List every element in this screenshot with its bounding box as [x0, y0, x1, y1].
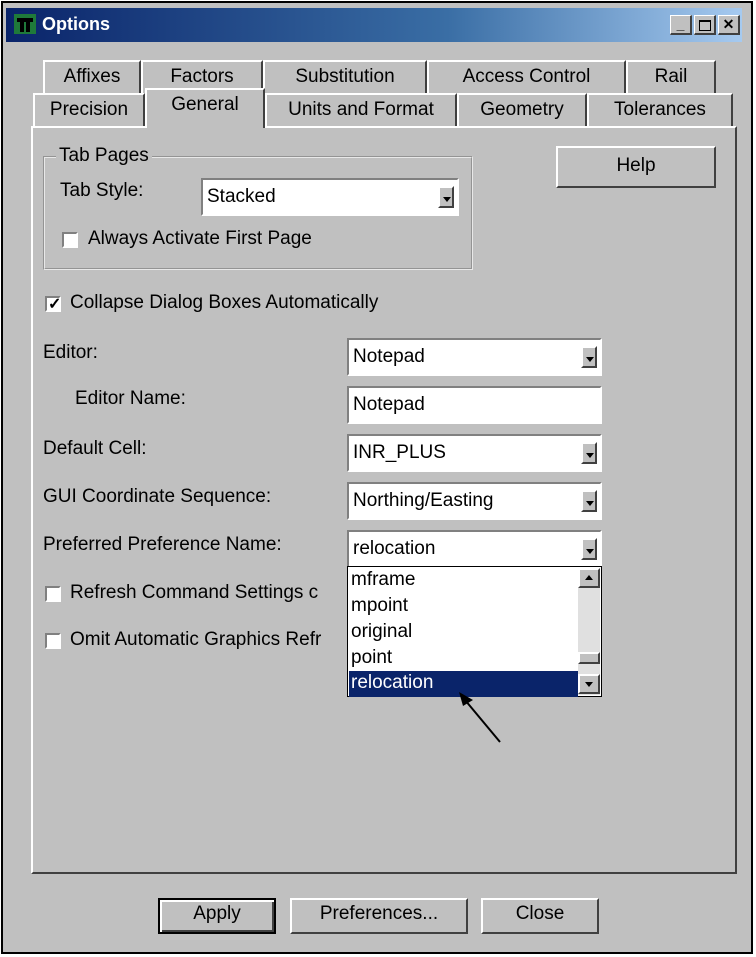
refresh-command-checkbox[interactable] [45, 586, 61, 602]
gui-coordinate-combo[interactable]: Northing/Easting [347, 482, 602, 520]
editor-name-field[interactable]: Notepad [347, 386, 602, 424]
editor-dropdown-button[interactable] [581, 346, 597, 368]
tab-access-control[interactable]: Access Control [427, 60, 626, 94]
editor-combo[interactable]: Notepad [347, 338, 602, 376]
preferred-preference-label: Preferred Preference Name: [43, 534, 282, 555]
tab-style-label: Tab Style: [60, 180, 144, 201]
tab-rail[interactable]: Rail [626, 60, 716, 94]
default-cell-value: INR_PLUS [353, 442, 446, 463]
scroll-down-button[interactable] [578, 674, 600, 694]
gui-coordinate-value: Northing/Easting [353, 490, 494, 511]
default-cell-dropdown-button[interactable] [581, 442, 597, 464]
omit-graphics-checkbox[interactable] [45, 633, 61, 649]
scroll-thumb[interactable] [578, 652, 600, 664]
collapse-dialogs-checkbox[interactable]: ✓ [45, 296, 62, 313]
window-title: Options [42, 14, 110, 34]
default-cell-combo[interactable]: INR_PLUS [347, 434, 602, 472]
tab-units-and-format[interactable]: Units and Format [265, 93, 457, 127]
gui-coordinate-dropdown-button[interactable] [581, 490, 597, 512]
dropdown-scrollbar[interactable] [578, 568, 600, 695]
chevron-down-icon [586, 501, 594, 506]
chevron-down-icon [585, 682, 593, 687]
scroll-up-button[interactable] [578, 568, 600, 588]
minimize-icon: _ [676, 16, 685, 32]
tab-precision[interactable]: Precision [33, 93, 145, 127]
tab-style-value: Stacked [207, 186, 276, 207]
tab-style-dropdown-button[interactable] [438, 186, 454, 208]
chevron-down-icon [586, 453, 594, 458]
apply-button[interactable]: Apply [158, 898, 276, 934]
maximize-icon [698, 20, 711, 31]
annotation-arrow-icon [459, 692, 501, 743]
editor-value: Notepad [353, 346, 425, 367]
checkmark-icon: ✓ [48, 296, 62, 313]
collapse-dialogs-label: Collapse Dialog Boxes Automatically [70, 292, 379, 313]
chevron-down-icon [586, 549, 594, 554]
refresh-command-label: Refresh Command Settings c [70, 582, 319, 603]
help-button[interactable]: Help [556, 146, 716, 188]
close-dialog-button[interactable]: Close [481, 898, 599, 934]
maximize-button[interactable] [694, 15, 716, 35]
title-bar[interactable]: Options _ ✕ [6, 8, 742, 42]
preferred-preference-combo[interactable]: relocation [347, 530, 602, 568]
list-item[interactable]: mframe [351, 568, 576, 594]
always-activate-checkbox[interactable] [62, 232, 78, 248]
tab-pages-group-label: Tab Pages [56, 145, 152, 167]
app-icon [14, 14, 36, 34]
chevron-up-icon [585, 575, 593, 580]
default-cell-label: Default Cell: [43, 438, 147, 459]
close-icon: ✕ [722, 16, 735, 32]
chevron-down-icon [586, 357, 594, 362]
tab-substitution[interactable]: Substitution [263, 60, 427, 94]
preferred-preference-dropdown-button[interactable] [581, 538, 597, 560]
tab-general[interactable]: General [145, 88, 265, 128]
tab-tolerances[interactable]: Tolerances [587, 93, 733, 127]
tab-geometry[interactable]: Geometry [457, 93, 587, 127]
preferences-button[interactable]: Preferences... [290, 898, 468, 934]
editor-label: Editor: [43, 342, 98, 363]
editor-name-label: Editor Name: [75, 388, 186, 409]
close-button[interactable]: ✕ [718, 15, 740, 35]
list-item[interactable]: original [351, 620, 576, 646]
always-activate-label: Always Activate First Page [88, 228, 312, 249]
gui-coordinate-label: GUI Coordinate Sequence: [43, 486, 272, 507]
preference-dropdown-list[interactable]: mframe mpoint original point relocation [347, 566, 602, 697]
minimize-button[interactable]: _ [670, 15, 692, 35]
list-item[interactable]: point [351, 646, 576, 672]
tab-style-combo[interactable]: Stacked [201, 178, 459, 216]
omit-graphics-label: Omit Automatic Graphics Refr [70, 629, 322, 650]
tab-affixes[interactable]: Affixes [43, 60, 141, 94]
chevron-down-icon [443, 197, 451, 202]
editor-name-value: Notepad [353, 394, 425, 415]
preferred-preference-value: relocation [353, 538, 436, 559]
list-item[interactable]: mpoint [351, 594, 576, 620]
